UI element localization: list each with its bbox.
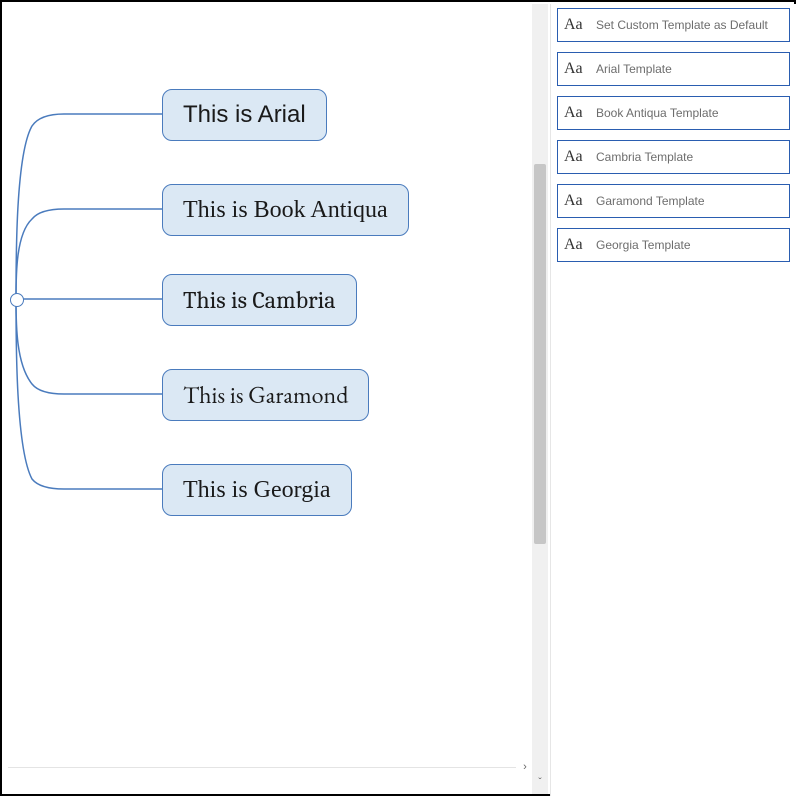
node-garamond[interactable]: This is Garamond: [162, 369, 369, 421]
aa-icon: Aa: [564, 16, 596, 34]
node-cambria[interactable]: This is Cambria: [162, 274, 357, 326]
template-arial[interactable]: Aa Arial Template: [557, 52, 790, 86]
template-label: Georgia Template: [596, 238, 783, 252]
vertical-scrollbar[interactable]: ˇ: [532, 4, 548, 794]
node-label: This is Arial: [183, 101, 306, 129]
aa-icon: Aa: [564, 236, 596, 254]
template-georgia[interactable]: Aa Georgia Template: [557, 228, 790, 262]
v-scroll-thumb[interactable]: [534, 164, 546, 544]
scroll-right-arrow-icon[interactable]: ›: [518, 761, 532, 773]
h-scroll-track: [8, 767, 516, 768]
template-set-default[interactable]: Aa Set Custom Template as Default: [557, 8, 790, 42]
node-label: This is Cambria: [183, 286, 336, 314]
node-arial[interactable]: This is Arial: [162, 89, 327, 141]
scroll-down-arrow-icon[interactable]: ˇ: [532, 774, 548, 790]
template-label: Set Custom Template as Default: [596, 18, 783, 32]
node-label: This is Garamond: [183, 380, 348, 411]
mindmap-canvas[interactable]: This is Arial This is Book Antiqua This …: [4, 4, 532, 776]
template-panel: Aa Set Custom Template as Default Aa Ari…: [550, 4, 796, 796]
template-cambria[interactable]: Aa Cambria Template: [557, 140, 790, 174]
aa-icon: Aa: [564, 60, 596, 78]
aa-icon: Aa: [564, 192, 596, 210]
template-label: Book Antiqua Template: [596, 106, 783, 120]
template-book-antiqua[interactable]: Aa Book Antiqua Template: [557, 96, 790, 130]
node-georgia[interactable]: This is Georgia: [162, 464, 352, 516]
horizontal-scrollbar[interactable]: ›: [8, 760, 532, 774]
template-garamond[interactable]: Aa Garamond Template: [557, 184, 790, 218]
node-book-antiqua[interactable]: This is Book Antiqua: [162, 184, 409, 236]
template-label: Arial Template: [596, 62, 783, 76]
node-label: This is Georgia: [183, 477, 331, 504]
node-label: This is Book Antiqua: [183, 197, 388, 224]
aa-icon: Aa: [564, 148, 596, 166]
aa-icon: Aa: [564, 104, 596, 122]
template-label: Garamond Template: [596, 194, 783, 208]
template-label: Cambria Template: [596, 150, 783, 164]
root-node[interactable]: [10, 293, 24, 307]
app-frame: This is Arial This is Book Antiqua This …: [0, 0, 796, 796]
